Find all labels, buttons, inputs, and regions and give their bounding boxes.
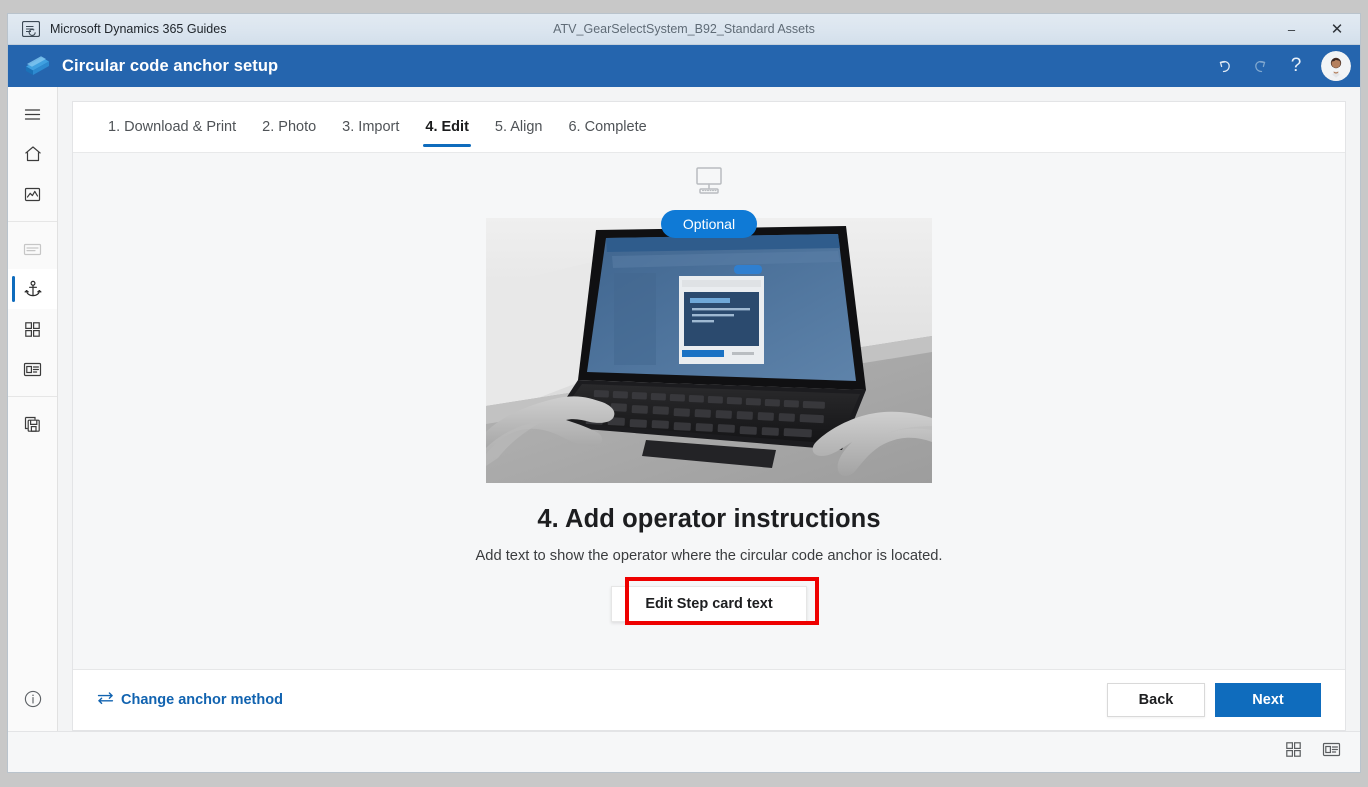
card-view-icon[interactable]: [1321, 739, 1342, 765]
app-window: Microsoft Dynamics 365 Guides ATV_GearSe…: [8, 14, 1360, 772]
tab-photo[interactable]: 2. Photo: [249, 102, 329, 153]
wizard-footer: Change anchor method Back Next: [73, 669, 1345, 730]
edit-step-card-wrap: Edit Step card text: [611, 577, 819, 625]
edit-step-card-text-button[interactable]: Edit Step card text: [611, 586, 807, 622]
header-actions: ?: [1207, 49, 1360, 83]
sidebar-item-outline[interactable]: [8, 174, 57, 214]
desktop-monitor-icon: [691, 165, 727, 202]
sidebar-item-assets[interactable]: [8, 309, 57, 349]
laptop-typing-photo: [486, 218, 932, 483]
sidebar-item-media[interactable]: [8, 349, 57, 389]
stage-headline: 4. Add operator instructions: [537, 505, 881, 533]
rail-divider-2: [8, 396, 57, 397]
app-header: Circular code anchor setup ?: [8, 45, 1360, 87]
next-button[interactable]: Next: [1215, 683, 1321, 717]
grid-view-icon[interactable]: [1284, 740, 1303, 764]
change-anchor-method-link[interactable]: Change anchor method: [97, 691, 283, 709]
sidebar-item-anchor[interactable]: [8, 269, 57, 309]
status-bar-actions: [1284, 739, 1342, 765]
left-rail: [8, 87, 58, 731]
change-anchor-method-label: Change anchor method: [121, 692, 283, 708]
main-content: 1. Download & Print 2. Photo 3. Import 4…: [58, 87, 1360, 731]
page-title: Circular code anchor setup: [62, 56, 279, 75]
undo-icon[interactable]: [1207, 49, 1241, 83]
close-button[interactable]: ✕: [1314, 14, 1360, 44]
status-bar: [8, 731, 1360, 772]
tab-align[interactable]: 5. Align: [482, 102, 556, 153]
sidebar-item-home[interactable]: [8, 134, 57, 174]
dynamics-guides-logo-icon: [22, 53, 52, 79]
user-avatar[interactable]: [1321, 51, 1351, 81]
app-body: 1. Download & Print 2. Photo 3. Import 4…: [8, 87, 1360, 731]
help-icon[interactable]: ?: [1279, 49, 1313, 83]
window-controls: – ✕: [1269, 14, 1360, 44]
sidebar-item-step-card[interactable]: [8, 229, 57, 269]
tab-import[interactable]: 3. Import: [329, 102, 412, 153]
guides-app-icon: [21, 20, 41, 38]
tab-complete[interactable]: 6. Complete: [555, 102, 659, 153]
wizard-stage: Optional 4. Add operator instructions Ad…: [73, 153, 1345, 669]
optional-badge: Optional: [660, 210, 758, 238]
wizard-tabbar: 1. Download & Print 2. Photo 3. Import 4…: [73, 102, 1345, 153]
app-name: Microsoft Dynamics 365 Guides: [50, 22, 227, 36]
tab-download-print[interactable]: 1. Download & Print: [95, 102, 249, 153]
back-button[interactable]: Back: [1107, 683, 1205, 717]
footer-buttons: Back Next: [1107, 683, 1321, 717]
wizard-panel: 1. Download & Print 2. Photo 3. Import 4…: [72, 101, 1346, 731]
tab-edit[interactable]: 4. Edit: [412, 102, 482, 153]
minimize-button[interactable]: –: [1269, 14, 1314, 44]
stage-description: Add text to show the operator where the …: [475, 548, 943, 564]
sidebar-item-duplicate[interactable]: [8, 404, 57, 444]
rail-divider: [8, 221, 57, 222]
title-bar: Microsoft Dynamics 365 Guides ATV_GearSe…: [8, 14, 1360, 45]
sidebar-item-info[interactable]: [8, 679, 57, 719]
swap-arrows-icon: [97, 691, 114, 709]
redo-icon[interactable]: [1243, 49, 1277, 83]
sidebar-item-menu[interactable]: [8, 94, 57, 134]
